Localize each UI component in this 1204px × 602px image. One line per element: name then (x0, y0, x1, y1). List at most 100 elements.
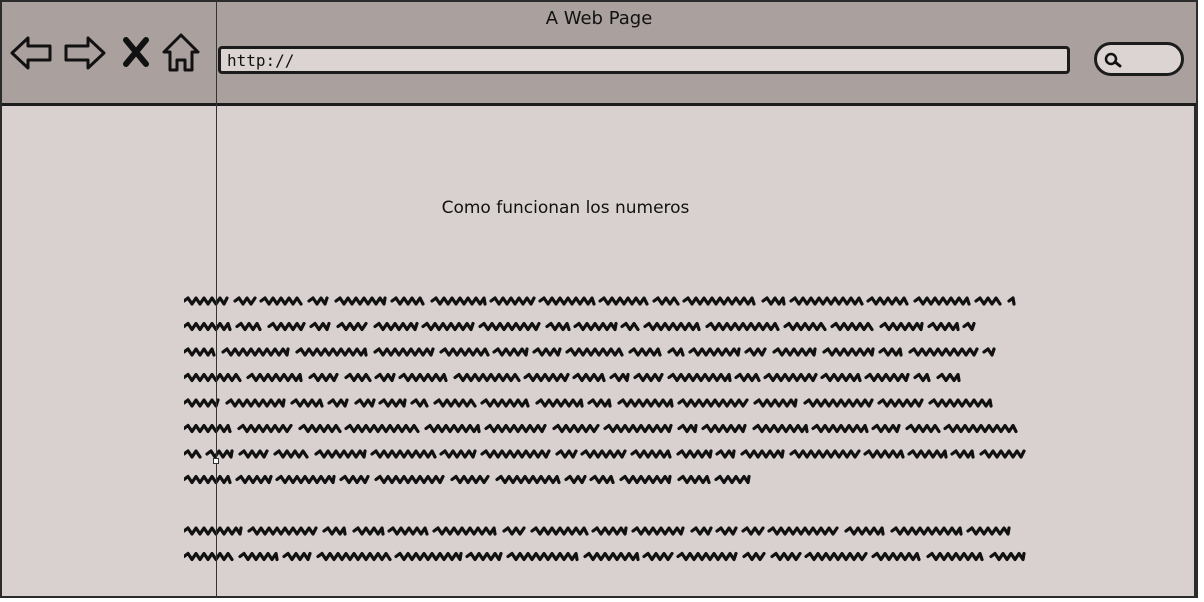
scribble-word (676, 449, 713, 459)
scribble-word (927, 321, 960, 332)
scribble-word (619, 474, 672, 485)
scribble-word (753, 398, 798, 408)
search-icon (1104, 52, 1122, 68)
scribble-word (273, 449, 309, 459)
scribble-word (410, 398, 429, 408)
scribble-word (275, 474, 336, 485)
resize-handle[interactable] (213, 458, 219, 464)
scribble-word (908, 347, 979, 357)
scribble-word (905, 423, 941, 434)
scribble-word (783, 321, 827, 332)
scribble-word (450, 474, 490, 485)
scribble-word (489, 296, 536, 306)
scribble-word (184, 372, 242, 383)
scribble-word (943, 423, 1018, 434)
scribble-word (344, 372, 372, 383)
scribble-word (564, 474, 587, 485)
scribble-word (761, 296, 786, 306)
scribble-word (259, 296, 303, 306)
scribble-word (705, 321, 780, 332)
scribble-word (344, 423, 420, 434)
scribble-word (864, 372, 910, 383)
scribble-word (974, 296, 1002, 306)
scribble-word (316, 551, 392, 562)
scribble-word (682, 296, 756, 306)
window-title: A Web Page (545, 8, 653, 29)
paragraph-1 (184, 292, 1034, 492)
scribbled-text-block (184, 526, 1026, 562)
scribble-word (184, 423, 232, 434)
scribble-word (772, 347, 817, 357)
scribble-word (789, 296, 864, 306)
scribble-word (844, 526, 885, 536)
scribble-word (506, 551, 579, 562)
scribble-word (495, 474, 561, 485)
scribble-word (352, 526, 385, 536)
scribble-word (373, 347, 435, 357)
stop-button[interactable] (116, 30, 156, 76)
scribble-word (979, 449, 1026, 459)
paragraph-2 (184, 522, 1034, 572)
scribble-word (492, 347, 529, 357)
scribble-word (184, 296, 229, 306)
guide-line (216, 0, 217, 598)
scribble-word (205, 449, 234, 459)
scribble-word (565, 347, 624, 357)
forward-button[interactable] (62, 30, 108, 76)
scribble-word (583, 551, 640, 562)
scribble-word (1007, 296, 1016, 306)
scribble-word (309, 321, 331, 332)
scribble-word (398, 372, 448, 383)
scribble-word (246, 372, 303, 383)
scribble-word (741, 526, 765, 536)
window-edge (1194, 106, 1196, 596)
scribble-word (267, 321, 306, 332)
scribble-word (433, 398, 477, 408)
scribble-word (677, 398, 749, 408)
scribble-word (390, 296, 425, 306)
scribble-word (432, 526, 497, 536)
scribble-word (184, 551, 234, 562)
scribble-word (184, 398, 220, 408)
scribble-word (633, 372, 664, 383)
scribble-word (314, 449, 367, 459)
scribble-word (235, 321, 262, 332)
scribble-word (598, 296, 649, 306)
back-button[interactable] (8, 30, 54, 76)
arrow-right-icon (64, 36, 106, 70)
scribble-word (478, 321, 541, 332)
scribble-word (744, 347, 767, 357)
scribble-word (394, 551, 463, 562)
scribble-word (453, 372, 521, 383)
scribble-word (538, 296, 596, 306)
scribble-word (701, 423, 747, 434)
scribble-word (552, 423, 600, 434)
scribble-word (339, 474, 370, 485)
scribble-word (863, 449, 905, 459)
scribble-word (378, 398, 407, 408)
scribble-word (628, 347, 662, 357)
home-icon (162, 33, 200, 72)
scribble-word (907, 449, 948, 459)
scribble-word (609, 372, 630, 383)
scribble-word (878, 347, 903, 357)
scribble-word (950, 449, 975, 459)
scribble-word (877, 398, 924, 408)
scribble-word (631, 526, 685, 536)
scribble-word (866, 296, 909, 306)
scribble-word (373, 321, 419, 332)
scribble-word (589, 474, 615, 485)
scribble-word (322, 526, 347, 536)
scribble-word (295, 347, 368, 357)
scribble-word (620, 321, 640, 332)
scribble-word (233, 296, 257, 306)
search-box[interactable] (1094, 42, 1184, 76)
scribble-word (465, 551, 503, 562)
scribble-word (502, 526, 526, 536)
scribble-word (523, 372, 570, 383)
scribble-word (235, 474, 273, 485)
scribble-word (307, 296, 329, 306)
address-bar[interactable] (218, 46, 1070, 74)
home-button[interactable] (160, 30, 202, 76)
scribble-word (677, 474, 711, 485)
